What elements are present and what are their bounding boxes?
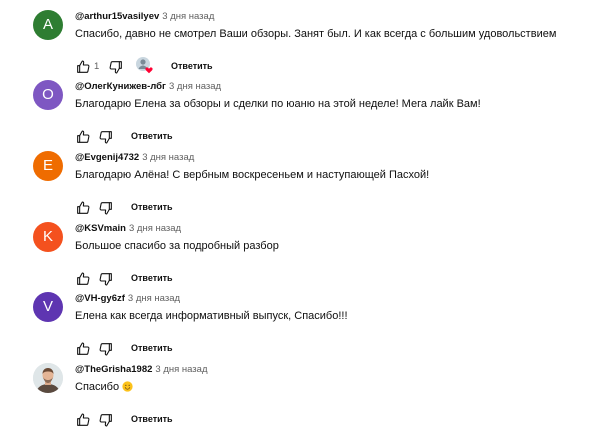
dislike-icon[interactable] [108,59,124,75]
dislike-icon[interactable] [98,412,114,428]
reply-button[interactable]: Ответить [131,414,173,424]
creator-heart-icon[interactable] [135,56,153,74]
dislike-icon[interactable] [98,200,114,216]
comment-header: @Evgenij4732 3 дня назад [75,152,194,163]
reply-button[interactable]: Ответить [131,131,173,141]
comment-item: K @KSVmain 3 дня назад Большое спасибо за… [0,222,599,292]
comment-timestamp[interactable]: 3 дня назад [155,364,207,375]
comment-timestamp[interactable]: 3 дня назад [169,81,221,92]
like-icon[interactable] [75,129,91,145]
like-icon[interactable] [75,271,91,287]
avatar[interactable]: K [33,222,63,252]
author-name[interactable]: @arthur15vasilyev [75,11,159,22]
dislike-icon[interactable] [98,271,114,287]
avatar[interactable]: E [33,151,63,181]
dislike-icon[interactable] [98,129,114,145]
comment-item: О @ОлегКунижев-лбг 3 дня назад Благодарю … [0,80,599,150]
comment-header: @arthur15vasilyev 3 дня назад [75,11,214,22]
author-name[interactable]: @TheGrisha1982 [75,364,152,375]
comment-text: Большое спасибо за подробный разбор [75,240,279,252]
comment-text: Елена как всегда информативный выпуск, С… [75,310,348,322]
like-icon[interactable] [75,412,91,428]
comment-header: @TheGrisha1982 3 дня назад [75,364,208,375]
comment-timestamp[interactable]: 3 дня назад [162,11,214,22]
like-icon[interactable] [75,341,91,357]
comment-header: @KSVmain 3 дня назад [75,223,181,234]
comment-text: Спасибо, давно не смотрел Ваши обзоры. З… [75,28,557,40]
comment-text: Спасибо [75,381,133,393]
reply-button[interactable]: Ответить [171,61,213,71]
comment-item: @TheGrisha1982 3 дня назад Спасибо Ответи… [0,363,599,433]
reply-button[interactable]: Ответить [131,202,173,212]
like-icon[interactable] [75,59,91,75]
author-name[interactable]: @VH-gy6zf [75,293,125,304]
like-count: 1 [94,61,100,72]
like-icon[interactable] [75,200,91,216]
comment-item: E @Evgenij4732 3 дня назад Благодарю Алён… [0,151,599,221]
avatar[interactable]: V [33,292,63,322]
comment-timestamp[interactable]: 3 дня назад [142,152,194,163]
avatar[interactable]: О [33,80,63,110]
comment-item: V @VH-gy6zf 3 дня назад Елена как всегда … [0,292,599,362]
comment-timestamp[interactable]: 3 дня назад [128,293,180,304]
comment-text: Благодарю Алёна! С вербным воскресеньем … [75,169,430,181]
comment-text: Благодарю Елена за обзоры и сделки по юа… [75,98,481,110]
comment-item: A @arthur15vasilyev 3 дня назад Спасибо, … [0,10,599,80]
comment-header: @ОлегКунижев-лбг 3 дня назад [75,81,221,92]
dislike-icon[interactable] [98,341,114,357]
author-name[interactable]: @KSVmain [75,223,126,234]
author-name[interactable]: @Evgenij4732 [75,152,139,163]
author-name[interactable]: @ОлегКунижев-лбг [75,81,166,92]
smile-emoji-icon [122,381,133,392]
avatar[interactable]: A [33,10,63,40]
comment-header: @VH-gy6zf 3 дня назад [75,293,180,304]
avatar[interactable] [33,363,63,393]
reply-button[interactable]: Ответить [131,343,173,353]
comment-text-content: Спасибо [75,381,120,393]
comment-timestamp[interactable]: 3 дня назад [129,223,181,234]
reply-button[interactable]: Ответить [131,273,173,283]
